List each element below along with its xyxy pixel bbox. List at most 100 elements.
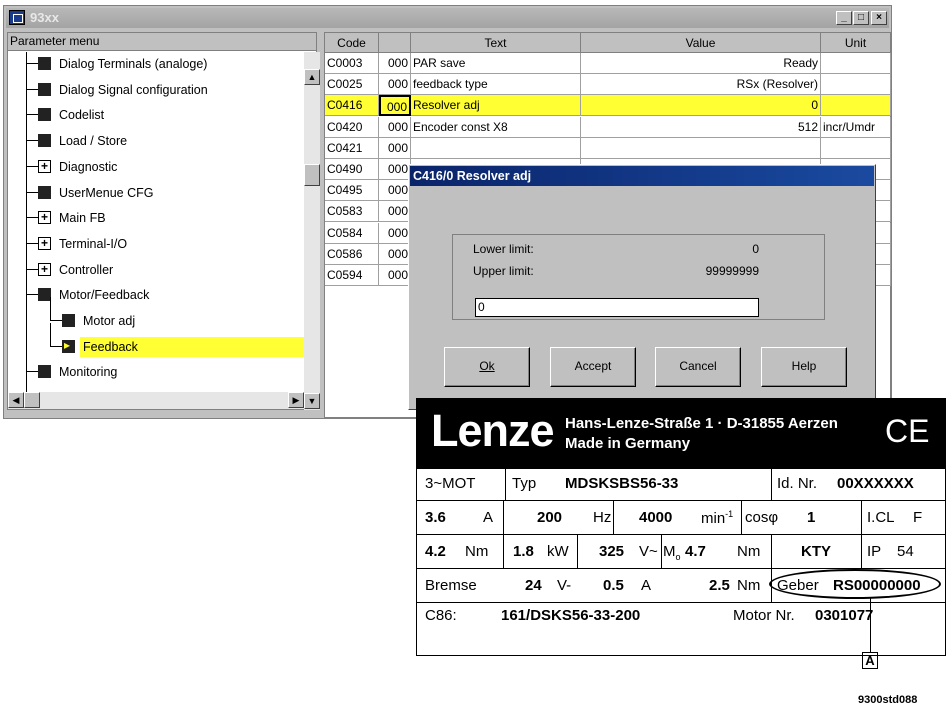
cell-code[interactable]: C0586 — [325, 243, 379, 265]
cell-text[interactable]: PAR save — [411, 53, 581, 74]
c86-label: C86: — [425, 607, 457, 624]
col-value-header[interactable]: Value — [581, 33, 821, 53]
cell-sub[interactable]: 000 — [379, 159, 411, 180]
cell-sub[interactable]: 000 — [379, 243, 411, 265]
hscroll-thumb[interactable] — [24, 392, 40, 408]
tree-item[interactable]: Dialog Signal configuration — [8, 78, 302, 103]
folder-icon — [38, 365, 51, 379]
cell-text[interactable]: Resolver adj — [411, 95, 581, 117]
folder-icon — [62, 314, 75, 327]
cell-text[interactable]: Encoder const X8 — [411, 116, 581, 138]
tree-item[interactable]: Feedback — [8, 322, 308, 360]
amp-value: 3.6 — [425, 509, 446, 526]
motor-nr-label: Motor Nr. — [733, 607, 795, 624]
tree-item[interactable]: Motor adj — [8, 297, 302, 334]
cell-unit[interactable]: incr/Umdr — [821, 116, 891, 138]
cell-sub[interactable]: 000 — [379, 53, 411, 74]
cos-value: 1 — [807, 509, 816, 526]
cell-value[interactable]: 0 — [581, 95, 821, 117]
scroll-up-icon[interactable]: ▲ — [304, 69, 320, 85]
tree-item[interactable]: Monitoring — [8, 360, 302, 385]
close-button[interactable]: × — [871, 11, 887, 25]
icl-label: I.CL — [867, 509, 895, 526]
cell-code[interactable]: C0416 — [325, 95, 379, 117]
hz-value: 200 — [537, 509, 563, 526]
tree-item[interactable]: UserMenue CFG — [8, 181, 302, 206]
cell-sub[interactable]: 000 — [379, 116, 411, 138]
cell-sub[interactable]: 000 — [379, 137, 411, 159]
scroll-thumb[interactable] — [304, 164, 320, 186]
mo-value: 4.7 — [685, 543, 706, 560]
cell-code[interactable]: C0421 — [325, 137, 379, 159]
bremse-label: Bremse — [425, 577, 477, 594]
figure-id: 9300std088 — [858, 694, 918, 706]
tree-item-label: Main FB — [59, 211, 106, 226]
tree-item[interactable]: Dialog Terminals (analoge) — [8, 52, 302, 77]
scroll-left-icon[interactable]: ◀ — [8, 392, 24, 408]
tree-vertical-scrollbar[interactable]: ▲ ▼ — [304, 52, 320, 410]
value-input[interactable]: 0 — [475, 298, 759, 317]
cell-sub[interactable]: 000 — [379, 74, 411, 96]
col-code-header[interactable]: Code — [325, 33, 379, 53]
tree-item[interactable]: Controller — [8, 258, 302, 283]
cell-value[interactable]: Ready — [581, 53, 821, 74]
cell-unit[interactable] — [821, 137, 891, 159]
cell-code[interactable]: C0025 — [325, 74, 379, 96]
cell-sub[interactable]: 000 — [379, 265, 411, 286]
dialog-title[interactable]: C416/0 Resolver adj — [410, 166, 874, 186]
tree-item[interactable]: Codelist — [8, 103, 302, 128]
tree-horizontal-scrollbar[interactable]: ◀ ▶ — [8, 392, 304, 409]
cell-unit[interactable] — [821, 95, 891, 117]
callout-line — [870, 598, 871, 652]
cell-value[interactable] — [581, 137, 821, 159]
accept-label: Accept — [574, 359, 612, 373]
cell-sub[interactable]: 000 — [379, 201, 411, 223]
upper-limit-value: 99999999 — [705, 264, 759, 278]
cell-text[interactable] — [411, 137, 581, 159]
mo-unit: Nm — [737, 543, 761, 560]
maximize-button[interactable]: □ — [853, 11, 869, 25]
cell-unit[interactable] — [821, 74, 891, 96]
tree-item[interactable]: Main FB — [8, 206, 302, 231]
plate-row-5: C86: 161/DSKS56-33-200 Motor Nr. 0301077 — [417, 603, 945, 631]
cell-code[interactable]: C0583 — [325, 201, 379, 223]
ip-label: IP — [867, 543, 882, 560]
ok-button[interactable]: Ok — [444, 347, 530, 387]
cell-code[interactable]: C0495 — [325, 180, 379, 202]
scroll-right-icon[interactable]: ▶ — [288, 392, 304, 408]
cell-unit[interactable] — [821, 53, 891, 74]
torque-value: 4.2 — [425, 543, 446, 560]
col-sub-header[interactable] — [379, 33, 411, 53]
cell-code[interactable]: C0490 — [325, 159, 379, 180]
tree-item[interactable]: Terminal-I/O — [8, 232, 302, 257]
accept-button[interactable]: Accept — [550, 347, 636, 387]
rpm-unit-exp: -1 — [725, 509, 734, 519]
cell-code[interactable]: C0594 — [325, 265, 379, 286]
tree-item[interactable]: Motor/Feedback — [8, 283, 302, 308]
col-text-header[interactable]: Text — [411, 33, 581, 53]
tree-item[interactable]: Load / Store — [8, 129, 302, 154]
tree-item[interactable]: Diagnostic — [8, 155, 302, 180]
cell-code[interactable]: C0003 — [325, 53, 379, 74]
voltage-value: 325 — [599, 543, 625, 560]
col-unit-header[interactable]: Unit — [821, 33, 891, 53]
cell-value[interactable]: 512 — [581, 116, 821, 138]
help-button[interactable]: Help — [761, 347, 847, 387]
scroll-down-icon[interactable]: ▼ — [304, 393, 320, 409]
cell-code[interactable]: C0584 — [325, 222, 379, 244]
rpm-unit: min-1 — [701, 509, 733, 527]
rpm-value: 4000 — [639, 509, 673, 526]
cell-sub[interactable]: 000 — [379, 180, 411, 202]
expand-folder-icon — [38, 207, 51, 227]
cell-value[interactable]: RSx (Resolver) — [581, 74, 821, 96]
nameplate-header: Lenze Hans-Lenze-Straße 1 · D-31855 Aerz… — [417, 399, 945, 469]
tree-item-label: Codelist — [59, 108, 105, 123]
cancel-button[interactable]: Cancel — [655, 347, 741, 387]
title-bar[interactable]: 93xx _ □ × — [6, 8, 889, 28]
minimize-button[interactable]: _ — [836, 11, 852, 25]
cell-text[interactable]: feedback type — [411, 74, 581, 96]
cell-sub[interactable]: 000 — [379, 222, 411, 244]
cell-sub[interactable]: 000 — [379, 95, 411, 117]
typ-value: MDSKSBS56-33 — [565, 475, 679, 492]
cell-code[interactable]: C0420 — [325, 116, 379, 138]
